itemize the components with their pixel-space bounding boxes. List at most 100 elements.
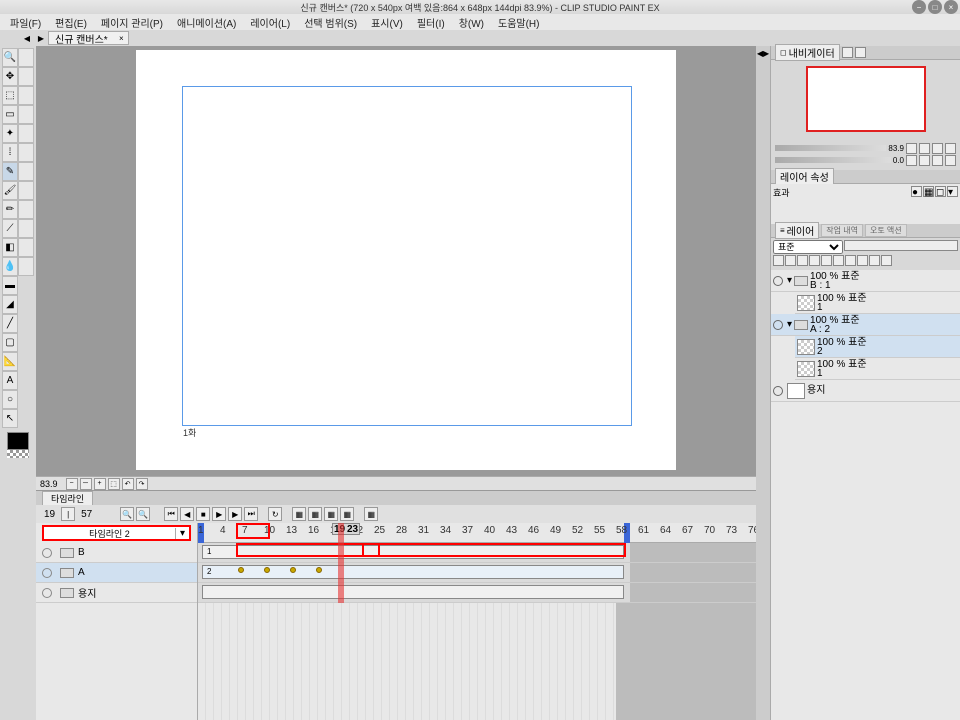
menu-edit[interactable]: 편집(E) (49, 15, 93, 30)
tl-menu-button[interactable]: ▦ (364, 507, 378, 521)
tool-icon[interactable] (18, 219, 34, 238)
onion-skin-button[interactable]: ▦ (308, 507, 322, 521)
eyedropper-tool-icon[interactable]: ⁞ (2, 143, 18, 162)
timeline-tab[interactable]: 타임라인 (42, 491, 93, 506)
correct-tool-icon[interactable]: ↖ (2, 409, 18, 428)
navigator-tab[interactable]: ◻ 내비게이터 (775, 44, 840, 61)
rotate-left-button[interactable]: ↶ (122, 478, 134, 490)
nav-100-button[interactable] (945, 143, 956, 154)
play-button[interactable]: ▶ (212, 507, 226, 521)
auto-action-tab[interactable]: 오토 액션 (865, 224, 907, 237)
tool-icon[interactable] (18, 143, 34, 162)
maximize-button[interactable]: □ (928, 0, 942, 14)
prev-frame-button[interactable]: ◀ (180, 507, 194, 521)
panel-option-icon[interactable] (842, 47, 853, 58)
timeline-tracks-area[interactable]: 1471013161922252831343740434649525558616… (198, 523, 756, 720)
clip-paper[interactable] (202, 585, 624, 599)
airbrush-tool-icon[interactable]: ⟋ (2, 219, 18, 238)
tool-icon[interactable] (18, 124, 34, 143)
tone-effect-button[interactable]: ▦ (923, 186, 934, 197)
nav-rotate-left-button[interactable] (906, 155, 917, 166)
track-row-paper[interactable] (198, 583, 756, 603)
zoom-slider[interactable] (775, 145, 886, 151)
layer-thumbnail[interactable] (787, 383, 805, 399)
nav-rotate-right-button[interactable] (919, 155, 930, 166)
layer-a-2[interactable]: 100 % 표준2 (795, 336, 960, 358)
visibility-icon[interactable] (42, 588, 52, 598)
tool-icon[interactable] (18, 238, 34, 257)
pencil-tool-icon[interactable]: ✏ (2, 200, 18, 219)
document-tab[interactable]: 신규 캔버스* × (48, 31, 129, 45)
lock-button[interactable] (797, 255, 808, 266)
tl-zoom-out-button[interactable]: 🔍 (120, 507, 134, 521)
gradient-tool-icon[interactable]: ◢ (2, 295, 18, 314)
rotate-right-button[interactable]: ↷ (136, 478, 148, 490)
wand-tool-icon[interactable]: ✦ (2, 124, 18, 143)
expand-arrow-icon[interactable]: ▾ (787, 319, 792, 330)
tl-option-button[interactable]: ▦ (340, 507, 354, 521)
minimize-button[interactable]: − (912, 0, 926, 14)
loop-button[interactable]: ↻ (268, 507, 282, 521)
operation-tool-icon[interactable]: ⬚ (2, 86, 18, 105)
effect-dropdown-icon[interactable]: ▾ (947, 186, 958, 197)
navigator-viewport-frame[interactable] (806, 66, 926, 132)
keyframe-icon[interactable] (290, 567, 296, 573)
tool-icon[interactable] (18, 48, 34, 67)
eraser-tool-icon[interactable]: ◧ (2, 238, 18, 257)
menu-page[interactable]: 페이지 관리(P) (95, 15, 169, 30)
marquee-tool-icon[interactable]: ▭ (2, 105, 18, 124)
mask-button[interactable] (833, 255, 844, 266)
tool-icon[interactable] (18, 200, 34, 219)
playhead-marker[interactable]: 19 23 (332, 523, 360, 535)
layer-color-button[interactable]: ◻ (935, 186, 946, 197)
menu-animation[interactable]: 애니메이션(A) (171, 15, 242, 30)
merge-button[interactable] (869, 255, 880, 266)
menu-file[interactable]: 파일(F) (4, 15, 47, 30)
keyframe-icon[interactable] (238, 567, 244, 573)
tab-next-icon[interactable]: ▶ (34, 31, 48, 45)
line-tool-icon[interactable]: ╱ (2, 314, 18, 333)
nav-flip-v-button[interactable] (945, 155, 956, 166)
track-a[interactable]: A (36, 563, 197, 583)
navigator-preview[interactable] (771, 60, 960, 140)
visibility-icon[interactable] (773, 276, 783, 286)
visibility-icon[interactable] (773, 320, 783, 330)
fit-button[interactable]: ⬚ (108, 478, 120, 490)
visibility-icon[interactable] (773, 386, 783, 396)
tool-icon[interactable] (18, 86, 34, 105)
menu-help[interactable]: 도움말(H) (492, 15, 545, 30)
pen-tool-icon[interactable]: ✎ (2, 162, 18, 181)
shape-tool-icon[interactable]: ▢ (2, 333, 18, 352)
zoom-slider[interactable]: ─ (80, 478, 92, 490)
zoom-out-button[interactable]: − (66, 478, 78, 490)
ruler-layer-button[interactable] (845, 255, 856, 266)
brush-tool-icon[interactable]: 🖌 (2, 181, 18, 200)
new-layer-button[interactable] (773, 255, 784, 266)
tab-prev-icon[interactable]: ◀ (20, 31, 34, 45)
zoom-tool-icon[interactable]: 🔍 (2, 48, 18, 67)
dropdown-arrow-icon[interactable]: ▾ (175, 528, 189, 539)
layer-thumbnail[interactable] (797, 339, 815, 355)
tool-icon[interactable] (18, 105, 34, 124)
nav-fit-button[interactable] (932, 143, 943, 154)
layer-property-tab[interactable]: 레이어 속성 (775, 168, 834, 185)
tool-icon[interactable] (18, 162, 34, 181)
border-effect-button[interactable]: ● (911, 186, 922, 197)
zoom-in-button[interactable]: + (94, 478, 106, 490)
move-tool-icon[interactable]: ✥ (2, 67, 18, 86)
clip-button[interactable] (809, 255, 820, 266)
layer-folder-b[interactable]: ▾ 100 % 표준B : 1 (771, 270, 960, 292)
stop-button[interactable]: ■ (196, 507, 210, 521)
tl-settings-button[interactable]: ▦ (324, 507, 338, 521)
menu-select[interactable]: 선택 범위(S) (298, 15, 363, 30)
rotate-slider[interactable] (775, 157, 891, 163)
canvas-viewport[interactable]: 1화 (36, 46, 756, 476)
blend-tool-icon[interactable]: 💧 (2, 257, 18, 276)
expand-arrow-icon[interactable]: ▾ (787, 275, 792, 286)
tl-zoom-in-button[interactable]: 🔍 (136, 507, 150, 521)
menu-layer[interactable]: 레이어(L) (244, 15, 296, 30)
menu-view[interactable]: 표시(V) (365, 15, 409, 30)
next-frame-button[interactable]: ▶ (228, 507, 242, 521)
history-tab[interactable]: 작업 내역 (821, 224, 863, 237)
keyframe-icon[interactable] (264, 567, 270, 573)
